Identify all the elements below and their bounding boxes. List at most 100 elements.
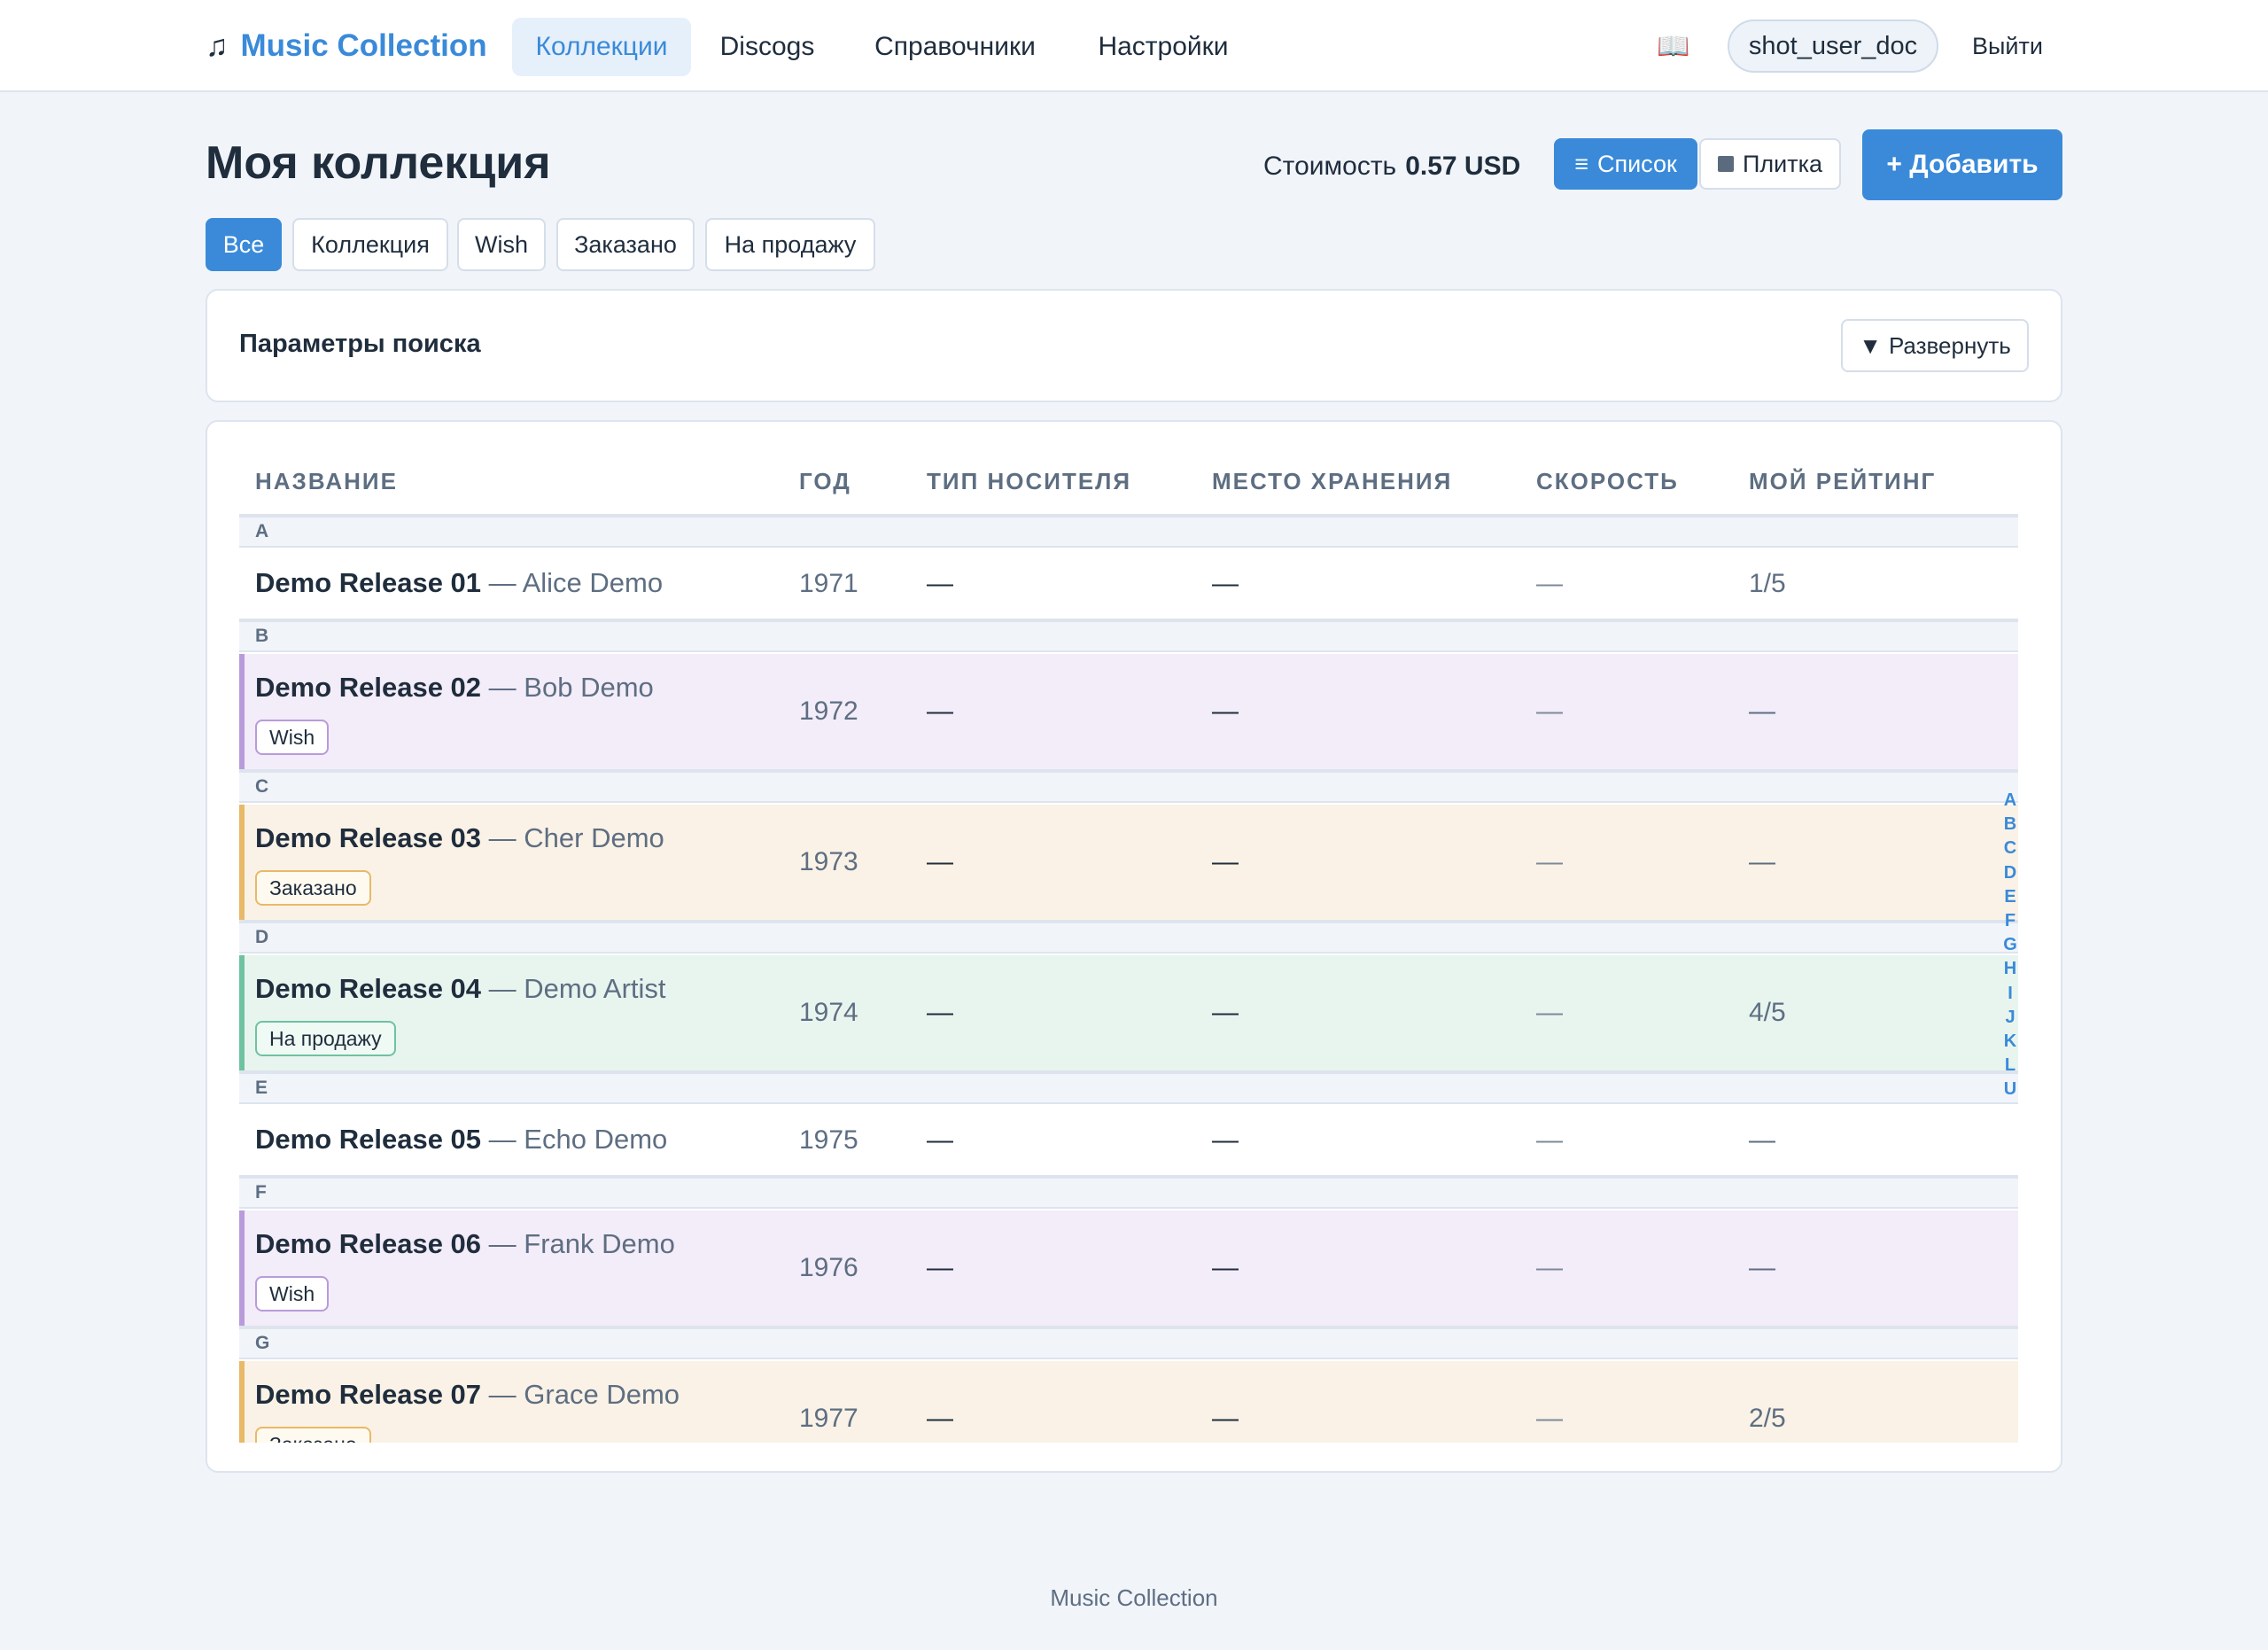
- col-header-title[interactable]: Название: [255, 468, 398, 503]
- table-row[interactable]: Demo Release 05 — Echo Demo 1975 — — — —: [239, 1106, 2018, 1177]
- col-header-rating[interactable]: Мой рейтинг: [1749, 468, 1936, 503]
- nav-item-collections[interactable]: Коллекции: [512, 18, 691, 76]
- status-stripe: [239, 955, 245, 1070]
- release-title-line[interactable]: Demo Release 02 — Bob Demo: [255, 672, 654, 704]
- year-cell: 1971: [799, 569, 858, 598]
- media-cell: —: [927, 847, 953, 876]
- alphabet-index-letter[interactable]: L: [2005, 1054, 2016, 1078]
- alphabet-index-letter[interactable]: J: [2005, 1006, 2015, 1030]
- alphabet-index-letter[interactable]: A: [2004, 789, 2016, 813]
- title-separator: [481, 822, 489, 853]
- nav-item-settings[interactable]: Настройки: [1072, 18, 1254, 76]
- rating-cell: 1/5: [1749, 569, 1786, 598]
- table-row[interactable]: Demo Release 04 — Demo Artist На продажу 1…: [239, 955, 2018, 1072]
- media-cell: —: [927, 998, 953, 1027]
- alphabet-index-letter[interactable]: G: [2003, 933, 2017, 957]
- alphabet-index-letter[interactable]: U: [2004, 1078, 2016, 1101]
- group-header-row: D: [239, 922, 2018, 953]
- release-title-line[interactable]: Demo Release 04 — Demo Artist: [255, 973, 666, 1005]
- alphabet-index-letter[interactable]: H: [2004, 957, 2016, 981]
- col-header-media[interactable]: Тип носителя: [927, 468, 1131, 503]
- expand-button[interactable]: ▼ Развернуть: [1841, 319, 2029, 372]
- nav-item-references[interactable]: Справочники: [850, 18, 1060, 76]
- release-title-line[interactable]: Demo Release 01 — Alice Demo: [255, 567, 663, 599]
- alphabet-index-letter[interactable]: D: [2004, 861, 2016, 885]
- alphabet-index-letter[interactable]: I: [2008, 982, 2013, 1006]
- status-badge: Заказано: [255, 1427, 371, 1443]
- title-separator: [481, 567, 489, 598]
- media-cell: —: [927, 697, 953, 726]
- release-title: Demo Release 06: [255, 1228, 482, 1259]
- status-stripe: [239, 805, 245, 920]
- nav-item-discogs[interactable]: Discogs: [705, 18, 829, 76]
- year-cell: 1976: [799, 1253, 858, 1282]
- group-letter: B: [255, 626, 269, 646]
- col-header-speed[interactable]: Скорость: [1536, 468, 1679, 503]
- filter-all[interactable]: Все: [206, 218, 282, 271]
- user-chip[interactable]: shot_user_doc: [1728, 19, 1938, 73]
- table-row[interactable]: Demo Release 01 — Alice Demo 1971 — — — 1/5: [239, 549, 2018, 620]
- filter-collection[interactable]: Коллекция: [292, 218, 448, 271]
- storage-cell: —: [1212, 569, 1239, 598]
- col-header-storage[interactable]: Место хранения: [1212, 468, 1452, 503]
- release-title: Demo Release 05: [255, 1124, 482, 1155]
- alphabet-index-letter[interactable]: E: [2004, 885, 2016, 909]
- group-letter: F: [255, 1182, 267, 1202]
- music-note-icon: ♫: [206, 28, 229, 63]
- alphabet-index-letter[interactable]: C: [2004, 837, 2016, 860]
- release-artist: Bob Demo: [524, 672, 654, 703]
- release-title: Demo Release 02: [255, 672, 482, 703]
- triangle-down-icon: ▼: [1859, 331, 1882, 359]
- alphabet-index-letter[interactable]: B: [2004, 813, 2016, 837]
- speed-cell: —: [1536, 998, 1563, 1027]
- release-title-line[interactable]: Demo Release 05 — Echo Demo: [255, 1124, 667, 1156]
- table-header: Название Год Тип носителя Место хранения…: [239, 468, 2018, 516]
- alphabet-index-letter[interactable]: K: [2004, 1030, 2016, 1054]
- table-row[interactable]: Demo Release 03 — Cher Demo Заказано 1973 —…: [239, 805, 2018, 922]
- release-artist: Cher Demo: [524, 822, 664, 853]
- table-row[interactable]: Demo Release 02 — Bob Demo Wish 1972 — — — —: [239, 654, 2018, 771]
- logout-link[interactable]: Выйти: [1972, 25, 2043, 67]
- table-row[interactable]: Demo Release 07 — Grace Demo Заказано 1977…: [239, 1361, 2018, 1443]
- release-title: Demo Release 01: [255, 567, 482, 598]
- status-stripe: [239, 1361, 245, 1443]
- alphabet-index-letter[interactable]: F: [2005, 909, 2016, 933]
- speed-cell: —: [1536, 1125, 1563, 1155]
- alphabet-index: ABCDEFGHIJKLU: [2000, 789, 2020, 1101]
- group-letter: G: [255, 1333, 270, 1353]
- release-title-line[interactable]: Demo Release 07 — Grace Demo: [255, 1379, 680, 1411]
- status-stripe: [239, 654, 245, 769]
- year-cell: 1972: [799, 697, 858, 726]
- media-cell: —: [927, 1125, 953, 1155]
- top-navbar: ♫ Music Collection Коллекции Discogs Спр…: [0, 0, 2268, 92]
- col-header-year[interactable]: Год: [799, 468, 851, 503]
- status-badge: На продажу: [255, 1021, 396, 1056]
- cost-value: 0.57 USD: [1405, 152, 1521, 181]
- view-list-button[interactable]: ≡ Список: [1554, 138, 1697, 190]
- table-row[interactable]: Demo Release 06 — Frank Demo Wish 1976 — — — —: [239, 1210, 2018, 1327]
- release-artist: Frank Demo: [524, 1228, 675, 1259]
- add-button[interactable]: + Добавить: [1862, 129, 2062, 200]
- group-header-row: F: [239, 1177, 2018, 1209]
- view-tile-button[interactable]: Плитка: [1699, 138, 1841, 190]
- rating-cell: —: [1749, 847, 1775, 876]
- brand-logo[interactable]: ♫ Music Collection: [206, 25, 487, 67]
- filter-ordered[interactable]: Заказано: [556, 218, 695, 271]
- separator-dash: —: [488, 973, 517, 1004]
- expand-label: Развернуть: [1888, 331, 2011, 359]
- page-title: Моя коллекция: [206, 137, 551, 189]
- filter-wish[interactable]: Wish: [457, 218, 546, 271]
- release-artist: Echo Demo: [524, 1124, 668, 1155]
- separator-dash: —: [488, 822, 517, 853]
- book-icon[interactable]: 📖: [1657, 27, 1689, 66]
- speed-cell: —: [1536, 1404, 1563, 1433]
- group-letter: D: [255, 927, 269, 947]
- storage-cell: —: [1212, 847, 1239, 876]
- separator-dash: —: [488, 1228, 517, 1259]
- filter-for-sale[interactable]: На продажу: [705, 218, 875, 271]
- release-title-line[interactable]: Demo Release 03 — Cher Demo: [255, 822, 664, 854]
- release-title-line[interactable]: Demo Release 06 — Frank Demo: [255, 1228, 675, 1260]
- release-title: Demo Release 03: [255, 822, 482, 853]
- year-cell: 1975: [799, 1125, 858, 1155]
- status-badge: Wish: [255, 1276, 330, 1311]
